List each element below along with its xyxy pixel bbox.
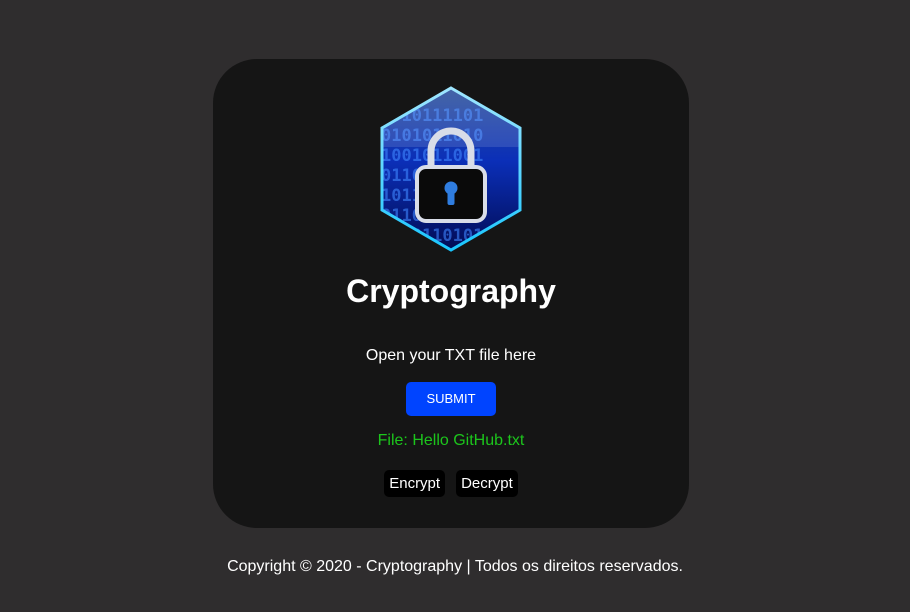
decrypt-button[interactable]: Decrypt — [456, 470, 518, 497]
file-status: File: Hello GitHub.txt — [377, 432, 525, 449]
action-buttons: Encrypt Decrypt — [213, 470, 689, 497]
padlock-hexagon-logo-icon: 1010111101010101101010010110010110101101… — [380, 86, 522, 252]
footer-copyright: Copyright © 2020 - Cryptography | Todos … — [227, 558, 683, 575]
open-file-label[interactable]: Open your TXT file here — [213, 346, 689, 366]
main-card: 1010111101010101101010010110010110101101… — [213, 59, 689, 528]
submit-button[interactable]: SUBMIT — [406, 382, 496, 416]
page-title: Cryptography — [346, 273, 556, 309]
binary-row: 1010110101 — [381, 226, 483, 246]
encrypt-button[interactable]: Encrypt — [384, 470, 446, 497]
